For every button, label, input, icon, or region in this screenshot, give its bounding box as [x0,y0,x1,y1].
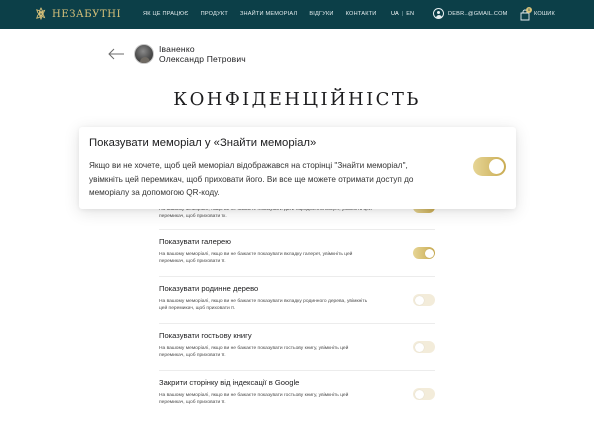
brand-logo[interactable]: НЕЗАБУТНІ [34,7,121,21]
lang-ua[interactable]: UA [391,11,399,17]
setting-title: Закрити сторінку від індексації в Google [159,378,300,387]
cart-label: КОШИК [534,11,555,17]
back-arrow-icon[interactable] [106,46,126,62]
google-indexing-toggle[interactable] [413,388,435,400]
setting-description: На вашому меморіалі, якщо ви не бажаєте … [159,299,368,312]
find-memorial-visibility-card: Показувати меморіал у «Знайти меморіал» … [79,127,516,209]
toggle-knob [414,342,424,352]
setting-description: На вашому меморіалі, якщо ви не бажаєте … [159,252,353,265]
setting-title: Показувати галерею [159,237,231,246]
nav-reviews[interactable]: ВІДГУКИ [309,11,333,17]
page-title: КОНФІДЕНЦІЙНІСТЬ [173,89,421,110]
setting-guestbook: Показувати гостьову книгу На вашому мемо… [159,331,435,359]
nav-contacts[interactable]: КОНТАКТИ [346,11,377,17]
memorial-given-names: Олександр Петрович [159,54,246,64]
nav-how-it-works[interactable]: ЯК ЦЕ ПРАЦЮЄ [143,11,189,17]
user-email: DEBR..@GMAIL.COM [448,10,508,17]
divider [159,276,435,277]
toggle-knob [489,159,504,174]
setting-family-tree: Показувати родинне дерево На вашому мемо… [159,284,435,312]
gallery-toggle[interactable] [413,247,435,259]
popup-title: Показувати меморіал у «Знайти меморіал» [89,137,317,149]
lang-en[interactable]: EN [406,11,414,17]
divider [159,323,435,324]
nav-product[interactable]: ПРОДУКТ [201,11,228,17]
memorial-surname: Іваненко [159,44,195,54]
divider [159,370,435,371]
setting-title: Показувати родинне дерево [159,284,259,293]
lotus-logo-icon [36,7,46,21]
cart-button[interactable]: 0 КОШИК [520,7,555,21]
language-switcher: UA | EN [391,11,414,17]
nav-find-memorial[interactable]: ЗНАЙТИ МЕМОРІАЛ [240,11,297,17]
popup-description: Якщо ви не хочете, щоб цей меморіал відо… [89,161,414,197]
setting-description: На вашому меморіалі, якщо ви не бажаєте … [159,346,349,359]
toggle-knob [414,389,424,399]
shopping-bag-icon: 0 [520,7,532,21]
divider [159,229,435,230]
setting-title: Показувати гостьову книгу [159,331,252,340]
family-tree-toggle[interactable] [413,294,435,306]
toggle-knob [424,248,434,258]
find-memorial-toggle[interactable] [473,157,506,176]
user-icon [433,8,444,19]
cart-count-badge: 0 [526,7,532,13]
setting-description: На вашому меморіалі, якщо ви не бажаєте … [159,393,349,406]
memorial-avatar [134,44,154,64]
setting-google-indexing: Закрити сторінку від індексації в Google… [159,378,435,406]
lang-separator: | [401,11,404,17]
brand-name: НЕЗАБУТНІ [52,8,122,20]
setting-gallery: Показувати галерею На вашому меморіалі, … [159,237,435,265]
guestbook-toggle[interactable] [413,341,435,353]
user-menu[interactable]: DEBR..@GMAIL.COM [433,8,508,19]
main-nav: ЯК ЦЕ ПРАЦЮЄ ПРОДУКТ ЗНАЙТИ МЕМОРІАЛ ВІД… [143,11,389,17]
toggle-knob [414,295,424,305]
memorial-name: Іваненко Олександр Петрович [159,44,246,64]
top-header: НЕЗАБУТНІ ЯК ЦЕ ПРАЦЮЄ ПРОДУКТ ЗНАЙТИ МЕ… [0,0,594,29]
